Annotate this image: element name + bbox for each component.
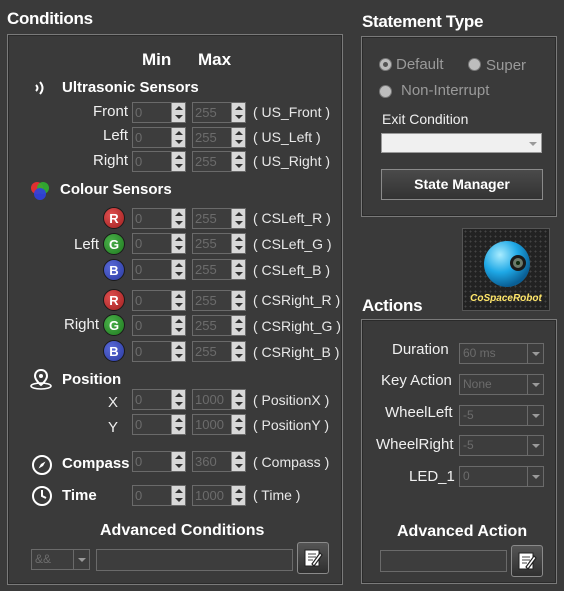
position-x-var: ( PositionX ) (253, 392, 330, 408)
statement-type-title: Statement Type (362, 12, 484, 31)
state-manager-button[interactable]: State Manager (381, 169, 543, 200)
csright-b-max[interactable]: 255 (192, 341, 246, 362)
position-y-label: Y (108, 419, 119, 436)
operator-select[interactable]: && (31, 549, 90, 570)
us-left-var: ( US_Left ) (253, 129, 321, 145)
wheel-left-select[interactable]: -5 (459, 405, 544, 426)
led-1-select[interactable]: 0 (459, 466, 544, 487)
channel-r-badge: R (103, 289, 125, 311)
advanced-action-title: Advanced Action (397, 523, 528, 540)
colour-right-label: Right (64, 316, 100, 333)
us-front-var: ( US_Front ) (253, 104, 331, 120)
sound-wave-icon (35, 81, 44, 95)
csright-g-max[interactable]: 255 (192, 315, 246, 336)
position-x-min[interactable]: 0 (132, 389, 186, 410)
conditions-title: Conditions (7, 9, 93, 28)
compass-icon (32, 455, 52, 475)
channel-b-badge: B (103, 259, 125, 281)
us-front-min[interactable]: 0 (132, 102, 186, 123)
position-x-max[interactable]: 1000 (192, 389, 246, 410)
position-y-var: ( PositionY ) (253, 417, 329, 433)
us-left-min[interactable]: 0 (132, 127, 186, 148)
csright-b-var: ( CSRight_B ) (253, 344, 340, 360)
csright-g-min[interactable]: 0 (132, 315, 186, 336)
min-header: Min (142, 50, 172, 69)
compass-max[interactable]: 360 (192, 451, 246, 472)
csleft-b-max[interactable]: 255 (192, 259, 246, 280)
csleft-g-min[interactable]: 0 (132, 233, 186, 254)
advanced-conditions-title: Advanced Conditions (100, 522, 265, 539)
ultrasonic-title: Ultrasonic Sensors (62, 79, 199, 96)
exit-condition-label: Exit Condition (382, 111, 469, 127)
position-y-min[interactable]: 0 (132, 414, 186, 435)
us-left-max[interactable]: 255 (192, 127, 246, 148)
csleft-g-max[interactable]: 255 (192, 233, 246, 254)
us-right-min[interactable]: 0 (132, 151, 186, 172)
colour-title: Colour Sensors (60, 181, 172, 198)
channel-b-badge: B (103, 340, 125, 362)
position-title: Position (62, 371, 122, 388)
duration-label: Duration (392, 341, 449, 358)
colour-left-label: Left (74, 236, 100, 253)
us-left-label: Left (103, 127, 129, 144)
time-var: ( Time ) (253, 487, 301, 503)
csleft-b-min[interactable]: 0 (132, 259, 186, 280)
us-right-var: ( US_Right ) (253, 153, 331, 169)
advanced-conditions-edit-button[interactable] (297, 542, 329, 574)
compass-title: Compass (62, 455, 130, 472)
radio-default-label: Default (396, 56, 444, 73)
position-y-max[interactable]: 1000 (192, 414, 246, 435)
wheel-right-select[interactable]: -5 (459, 435, 544, 456)
edit-pen-icon (518, 552, 537, 570)
csright-r-min[interactable]: 0 (132, 290, 186, 311)
advanced-action-input[interactable] (380, 550, 507, 572)
csleft-r-max[interactable]: 255 (192, 208, 246, 229)
radio-super-label: Super (486, 57, 527, 74)
channel-g-badge: G (103, 233, 125, 255)
time-max[interactable]: 1000 (192, 485, 246, 506)
us-right-max[interactable]: 255 (192, 151, 246, 172)
csleft-r-var: ( CSLeft_R ) (253, 210, 331, 226)
advanced-action-edit-button[interactable] (511, 545, 543, 577)
csright-r-max[interactable]: 255 (192, 290, 246, 311)
csleft-r-min[interactable]: 0 (132, 208, 186, 229)
time-min[interactable]: 0 (132, 485, 186, 506)
actions-title: Actions (362, 296, 423, 315)
duration-select[interactable]: 60 ms (459, 343, 544, 364)
radio-super[interactable] (468, 58, 481, 71)
csleft-b-var: ( CSLeft_B ) (253, 262, 331, 278)
advanced-conditions-input[interactable] (96, 549, 293, 571)
csright-r-var: ( CSRight_R ) (253, 292, 341, 308)
csright-b-min[interactable]: 0 (132, 341, 186, 362)
radio-non-interrupt-label: Non-Interrupt (401, 82, 490, 99)
compass-var: ( Compass ) (253, 454, 330, 470)
wheel-left-label: WheelLeft (385, 404, 453, 421)
edit-pen-icon (304, 549, 323, 567)
led-1-label: LED_1 (409, 468, 455, 485)
channel-r-badge: R (103, 207, 125, 229)
location-pin-icon (30, 368, 52, 390)
position-x-label: X (108, 394, 119, 411)
us-front-label: Front (93, 103, 129, 120)
radio-non-interrupt[interactable] (379, 85, 392, 98)
csleft-g-var: ( CSLeft_G ) (253, 236, 332, 252)
compass-min[interactable]: 0 (132, 451, 186, 472)
key-action-select[interactable]: None (459, 374, 544, 395)
csright-g-var: ( CSRight_G ) (253, 318, 341, 334)
channel-g-badge: G (103, 314, 125, 336)
time-title: Time (62, 487, 97, 504)
rgb-circles-icon (31, 182, 49, 200)
cospacerobot-logo: CoSpaceRobot (462, 228, 550, 311)
clock-icon (32, 486, 52, 506)
wheel-right-label: WheelRight (376, 436, 454, 453)
logo-text: CoSpaceRobot (470, 293, 542, 304)
max-header: Max (198, 50, 232, 69)
key-action-label: Key Action (381, 372, 452, 389)
exit-condition-select[interactable] (381, 133, 542, 153)
radio-default[interactable] (379, 58, 392, 71)
us-right-label: Right (93, 152, 129, 169)
us-front-max[interactable]: 255 (192, 102, 246, 123)
